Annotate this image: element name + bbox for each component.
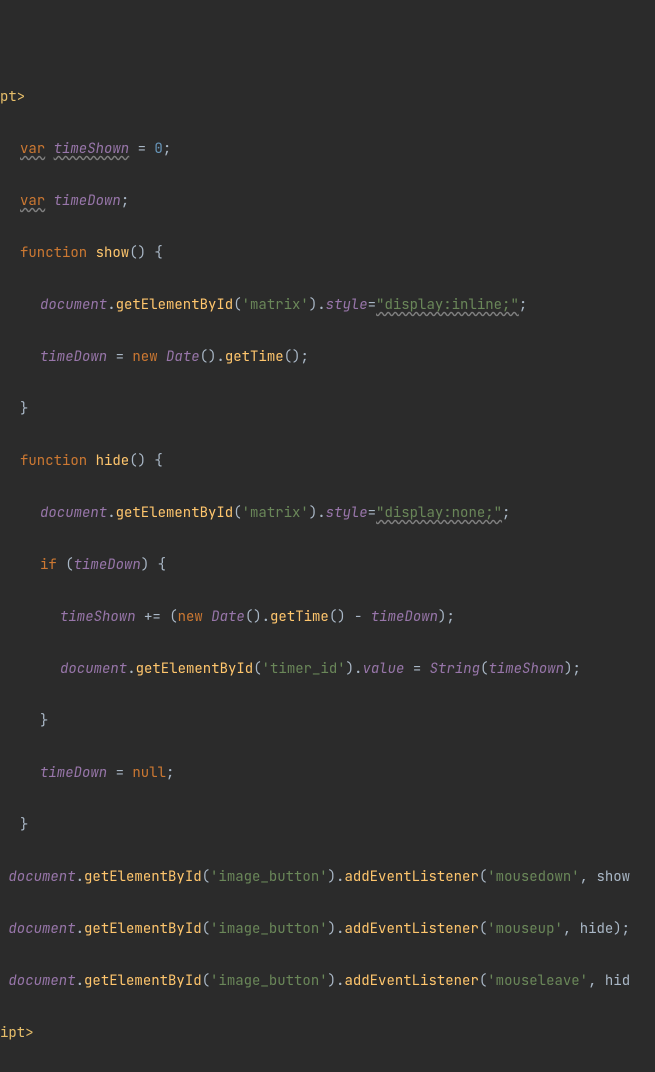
call-getElementById: getElementById [116,504,234,522]
call-addEventListener: addEventListener [344,920,478,938]
var-timeShown: timeShown [488,660,564,678]
keyword-function: function [20,452,87,470]
code-line: document.getElementById('image_button').… [0,968,655,994]
code-line: function hide() { [0,448,655,474]
code-line: pt> [0,84,655,110]
string-image-button: 'image_button' [210,868,328,886]
keyword-if: if [40,556,57,574]
code-line: var timeDown; [0,188,655,214]
document-global: document [8,972,75,990]
string-display-none: "display:none;" [376,504,502,522]
code-line: } [0,812,655,838]
document-global: document [8,868,75,886]
var-timeDown: timeDown [74,556,141,574]
var-timeShown: timeShown [60,608,136,626]
document-global: document [40,296,107,314]
call-getTime: getTime [270,608,329,626]
string-mouseup: 'mouseup' [487,920,563,938]
class-date: Date [166,348,200,366]
prop-style: style [326,504,368,522]
code-line: var timeShown = 0; [0,136,655,162]
code-line: ipt> [0,1020,655,1046]
string-display-inline: "display:inline;" [376,296,519,314]
code-line: function show() { [0,240,655,266]
document-global: document [60,660,127,678]
class-string: String [430,660,480,678]
code-line: timeShown += (new Date().getTime() - tim… [0,604,655,630]
class-date: Date [211,608,245,626]
code-line: timeDown = new Date().getTime(); [0,344,655,370]
keyword-new: new [178,608,203,626]
code-line: } [0,708,655,734]
func-show: show [96,244,130,262]
call-getElementById: getElementById [136,660,254,678]
call-getElementById: getElementById [84,972,202,990]
string-image-button: 'image_button' [210,972,328,990]
code-line: document.getElementById('matrix').style=… [0,500,655,526]
tag-token: ipt> [0,1024,34,1042]
string-timer-id: 'timer_id' [262,660,346,678]
keyword-null: null [132,764,166,782]
tag-token: pt> [0,88,25,106]
string-image-button: 'image_button' [210,920,328,938]
var-timeDown: timeDown [40,348,107,366]
keyword-var: var [20,192,45,210]
prop-value: value [362,660,404,678]
string-matrix: 'matrix' [242,504,309,522]
var-timeShown: timeShown [54,140,130,158]
string-mousedown: 'mousedown' [487,868,579,886]
keyword-function: function [20,244,87,262]
code-line: document.getElementById('image_button').… [0,916,655,942]
prop-style: style [326,296,368,314]
call-addEventListener: addEventListener [344,868,478,886]
code-line: } [0,396,655,422]
call-getElementById: getElementById [84,868,202,886]
keyword-var: var [20,140,45,158]
code-editor[interactable]: pt> var timeShown = 0; var timeDown; fun… [0,0,655,1072]
var-timeDown: timeDown [371,608,438,626]
call-addEventListener: addEventListener [344,972,478,990]
code-line: document.getElementById('matrix').style=… [0,292,655,318]
document-global: document [40,504,107,522]
call-getTime: getTime [225,348,284,366]
call-getElementById: getElementById [84,920,202,938]
code-line: document.getElementById('image_button').… [0,864,655,890]
var-timeDown: timeDown [54,192,121,210]
call-getElementById: getElementById [116,296,234,314]
var-timeDown: timeDown [40,764,107,782]
code-line: document.getElementById('timer_id').valu… [0,656,655,682]
code-line: if (timeDown) { [0,552,655,578]
string-mouseleave: 'mouseleave' [487,972,588,990]
keyword-new: new [132,348,157,366]
string-matrix: 'matrix' [242,296,309,314]
number-literal: 0 [154,140,162,158]
code-line: timeDown = null; [0,760,655,786]
document-global: document [8,920,75,938]
func-hide: hide [96,452,130,470]
